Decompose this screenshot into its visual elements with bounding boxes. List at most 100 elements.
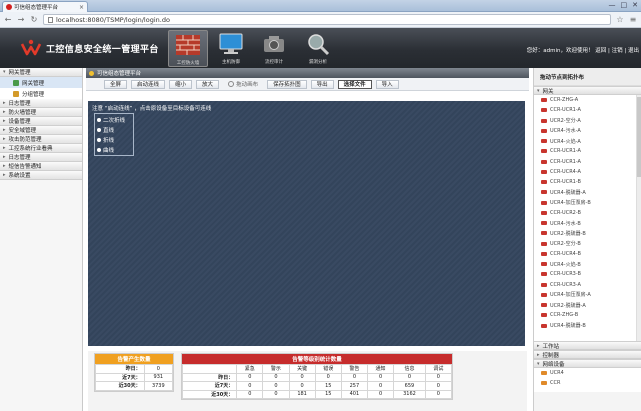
save-topology-button[interactable]: 保存拓扑图 <box>267 79 307 89</box>
sidebar-subitem-gateway[interactable]: 网关管理 <box>0 77 82 88</box>
list-item[interactable]: CCR-UCR1-B <box>534 177 641 187</box>
sidebar-item-security-zone[interactable]: ▸ 安全域管理 <box>0 126 82 135</box>
topology-canvas[interactable]: 注意 “启动连线” ，点击原设备至目标设备可连线 二次折线 直线 折线 曲线 <box>88 101 525 346</box>
sidebar-item-log-2[interactable]: ▸ 日志管理 <box>0 153 82 162</box>
sidebar-item-industry[interactable]: ▸ 工控系统行业看典 <box>0 144 82 153</box>
import-button[interactable]: 导入 <box>375 79 399 89</box>
sidebar-item-attack-defense[interactable]: ▸ 攻击防范管理 <box>0 135 82 144</box>
list-item[interactable]: CCR-ZHG-A <box>534 95 641 105</box>
switch-icon <box>541 371 547 376</box>
list-item[interactable]: UCR4-污水-B <box>534 218 641 228</box>
reload-icon[interactable]: ↻ <box>30 15 38 24</box>
list-item[interactable]: CCR-UCR2-B <box>534 208 641 218</box>
list-item[interactable]: CCR-UCR1-A <box>534 105 641 115</box>
link-exit[interactable]: 退出 <box>628 48 639 54</box>
list-item-label: UCR2-空分-B <box>550 241 581 248</box>
list-item-label: CCR-UCR4-A <box>550 168 581 175</box>
list-item[interactable]: CCR-ZHG-B <box>534 310 641 320</box>
scrollbar[interactable] <box>636 95 641 341</box>
list-item[interactable]: UCR2-空分-B <box>534 239 641 249</box>
table-row: 昨日： 0 0 0 0 0 0 0 0 <box>181 372 453 382</box>
list-item[interactable]: CCR-UCR1-A <box>534 146 641 156</box>
line-type-option[interactable]: 曲线 <box>97 145 131 155</box>
palette-section-gateway[interactable]: ▾ 网关 <box>534 86 641 95</box>
column-header: 信息 <box>393 364 426 374</box>
cell: 181 <box>288 389 316 399</box>
fullscreen-button[interactable]: 全屏 <box>104 79 128 89</box>
sidebar-item-sms[interactable]: ▸ 短信告警通知 <box>0 162 82 171</box>
star-icon[interactable]: ☆ <box>616 15 624 24</box>
export-button[interactable]: 导出 <box>310 79 334 89</box>
list-item[interactable]: CCR-UCR1-A <box>534 157 641 167</box>
row-label: 昨日： <box>95 364 145 374</box>
forward-icon[interactable]: → <box>17 15 25 24</box>
group-icon <box>13 90 19 97</box>
list-item[interactable]: UCR4-火焰-B <box>534 259 641 269</box>
maximize-button[interactable]: □ <box>621 1 628 9</box>
gateway-node-icon <box>541 159 547 164</box>
line-type-option[interactable]: 二次折线 <box>97 115 131 125</box>
back-icon[interactable]: ← <box>4 15 12 24</box>
sidebar-item-device[interactable]: ▸ 设备管理 <box>0 117 82 126</box>
list-item-label: UCR4-污水-B <box>550 220 581 227</box>
list-item[interactable]: UCR2-脱硫器-A <box>534 300 641 310</box>
palette-section-network[interactable]: ▾ 网络设备 <box>534 359 641 368</box>
zoom-in-button[interactable]: 放大 <box>196 79 220 89</box>
link-return[interactable]: 返回 <box>595 48 606 54</box>
module-host-defense[interactable]: 主机防御 <box>211 30 251 67</box>
cell: 3739 <box>143 381 174 391</box>
gateway-node-icon <box>541 241 547 246</box>
gateway-node-icon <box>541 262 547 267</box>
gateway-node-icon <box>541 292 547 297</box>
list-item[interactable]: CCR-UCR4-A <box>534 167 641 177</box>
link-logout[interactable]: 注销 <box>612 48 623 54</box>
minimize-button[interactable]: — <box>609 1 616 9</box>
line-type-label: 直线 <box>103 128 115 134</box>
list-item[interactable]: CCR <box>534 378 641 388</box>
list-item[interactable]: UCR4-加压泵房-A <box>534 290 641 300</box>
sidebar-item-log[interactable]: ▸ 日志管理 <box>0 99 82 108</box>
module-flow-audit[interactable]: 流控审计 <box>254 30 294 67</box>
list-item[interactable]: UCR4-加压泵房-B <box>534 198 641 208</box>
line-type-option[interactable]: 直线 <box>97 125 131 135</box>
menu-icon[interactable]: ≡ <box>629 15 637 24</box>
drag-canvas-button[interactable]: 拖动画布 <box>223 80 263 89</box>
row-label: 近30天： <box>95 381 145 391</box>
sidebar-item-firewall[interactable]: ▸ 防火墙管理 <box>0 108 82 117</box>
palette-section-workstation[interactable]: ▸ 工作站 <box>534 341 641 350</box>
panel-title-bar: 可信组态管理平台 <box>86 68 529 78</box>
line-type-label: 二次折线 <box>103 118 126 124</box>
list-item-label: CCR <box>550 380 561 387</box>
list-item[interactable]: UCR4-污水-A <box>534 126 641 136</box>
zoom-out-button[interactable]: 缩小 <box>169 79 193 89</box>
list-item[interactable]: CCR-UCR3-A <box>534 280 641 290</box>
start-link-button[interactable]: 启动连线 <box>131 79 166 89</box>
module-vuln-analysis[interactable]: 漏洞分析 <box>298 30 338 67</box>
close-tab-icon[interactable]: × <box>79 4 84 11</box>
line-type-option[interactable]: 折线 <box>97 135 131 145</box>
alarm-level-title: 告警等级别统计数量 <box>182 354 452 364</box>
address-bar[interactable]: localhost:8080/TSMP/login/login.do <box>43 14 611 25</box>
close-window-button[interactable]: ✕ <box>632 1 638 9</box>
table-row: 近7天： 931 <box>95 372 174 382</box>
list-item[interactable]: CCR-UCR3-B <box>534 269 641 279</box>
list-item[interactable]: UCR2-空分-A <box>534 116 641 126</box>
choose-file-button[interactable]: 选择文件 <box>337 79 372 89</box>
radio-icon <box>97 128 101 132</box>
list-item[interactable]: UCR4-火焰-A <box>534 136 641 146</box>
list-item-label: UCR4-火焰-B <box>550 261 581 268</box>
list-item[interactable]: UCR2-脱硫器-B <box>534 228 641 238</box>
alarm-count-panel: 告警产生数量 昨日： 0 近7天： 931 近30天： 3739 <box>94 353 174 392</box>
sidebar-item-settings[interactable]: ▸ 系统设置 <box>0 171 82 180</box>
browser-tab[interactable]: 可信组态管理平台 × <box>2 1 88 12</box>
palette-section-controller[interactable]: ▸ 控制器 <box>534 350 641 359</box>
gateway-node-icon <box>541 282 547 287</box>
list-item[interactable]: UCR4 <box>534 368 641 378</box>
sidebar-subitem-group[interactable]: 分组管理 <box>0 88 82 99</box>
module-firewall[interactable]: 工控防火墙 <box>168 30 208 67</box>
list-item-label: UCR2-空分-A <box>550 118 581 125</box>
sidebar-item-gateway[interactable]: ▾ 网关管理 <box>0 68 82 77</box>
list-item[interactable]: UCR4-脱硫器-B <box>534 321 641 331</box>
list-item[interactable]: CCR-UCR4-B <box>534 249 641 259</box>
list-item[interactable]: UCR4-脱硫器-A <box>534 187 641 197</box>
